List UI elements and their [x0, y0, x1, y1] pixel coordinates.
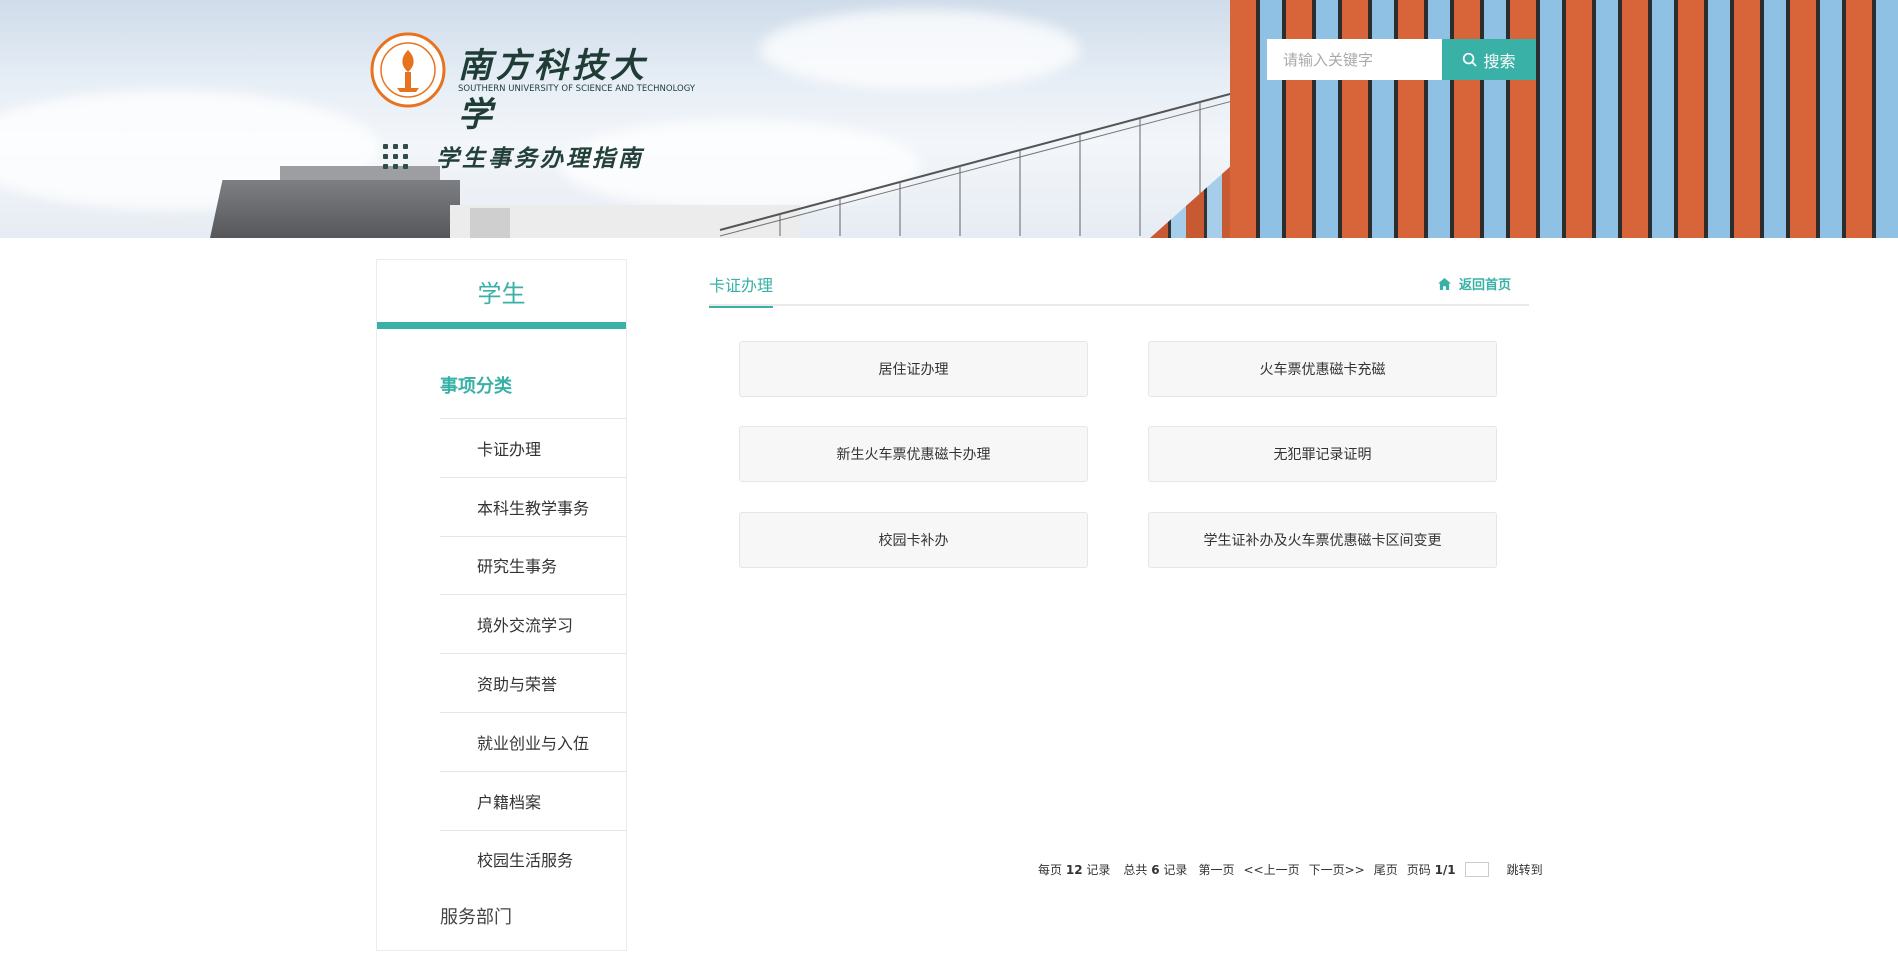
service-card[interactable]: 学生证补办及火车票优惠磁卡区间变更: [1148, 512, 1497, 568]
tab-card-certificate[interactable]: 卡证办理: [709, 272, 774, 308]
service-card[interactable]: 无犯罪记录证明: [1148, 426, 1497, 482]
sidebar-item-undergrad-affairs[interactable]: 本科生教学事务: [440, 476, 627, 536]
university-emblem-icon: [370, 32, 446, 108]
sidebar: 学生 事项分类 卡证办理 本科生教学事务 研究生事务 境外交流学习 资助与荣誉 …: [376, 259, 627, 951]
service-card[interactable]: 居住证办理: [739, 341, 1088, 397]
sidebar-accent-bar: [377, 322, 626, 329]
page-info: 页码 1/1: [1406, 863, 1456, 877]
home-link[interactable]: 返回首页: [1438, 274, 1511, 293]
home-icon: [1438, 277, 1451, 290]
pagination: 每页 12 记录 总共 6 记录 第一页 <<上一页 下一页>> 尾页 页码 1…: [1038, 861, 1552, 878]
jump-label[interactable]: 跳转到: [1507, 861, 1543, 878]
sidebar-item-aid-honors[interactable]: 资助与荣誉: [440, 653, 627, 712]
total-info: 总共 6 记录: [1123, 863, 1188, 877]
header-banner: 南方科技大学 SOUTHERN UNIVERSITY OF SCIENCE AN…: [0, 0, 1898, 238]
service-card[interactable]: 火车票优惠磁卡充磁: [1148, 341, 1497, 397]
grid-menu-icon[interactable]: [383, 143, 408, 169]
category-list: 卡证办理 本科生教学事务 研究生事务 境外交流学习 资助与荣誉 就业创业与入伍 …: [440, 418, 627, 888]
sidebar-title: 学生: [477, 279, 526, 308]
content-tabbar: 卡证办理 返回首页: [709, 270, 1529, 308]
sidebar-item-overseas-exchange[interactable]: 境外交流学习: [440, 594, 627, 653]
category-title[interactable]: 事项分类: [440, 372, 512, 398]
next-page-link[interactable]: 下一页>>: [1309, 861, 1365, 878]
university-logo[interactable]: 南方科技大学 SOUTHERN UNIVERSITY OF SCIENCE AN…: [370, 32, 695, 135]
guide-title: 学生事务办理指南: [436, 145, 644, 172]
banner-facade: [1230, 0, 1898, 238]
last-page-link[interactable]: 尾页: [1374, 861, 1398, 878]
search-bar: 搜索: [1267, 39, 1536, 80]
service-card[interactable]: 新生火车票优惠磁卡办理: [739, 426, 1088, 482]
search-button-label: 搜索: [1483, 51, 1516, 71]
home-link-label: 返回首页: [1458, 278, 1511, 293]
sidebar-item-campus-life[interactable]: 校园生活服务: [440, 829, 627, 889]
guide-header: 学生事务办理指南: [383, 138, 644, 174]
per-page-info: 每页 12 记录: [1038, 863, 1111, 877]
sidebar-item-household-archives[interactable]: 户籍档案: [440, 770, 627, 830]
page-jump-input[interactable]: [1464, 862, 1489, 877]
school-name-en: SOUTHERN UNIVERSITY OF SCIENCE AND TECHN…: [458, 84, 696, 94]
prev-page-link[interactable]: <<上一页: [1243, 861, 1299, 878]
sidebar-item-employment[interactable]: 就业创业与入伍: [440, 711, 627, 771]
search-input[interactable]: [1267, 39, 1442, 80]
first-page-link[interactable]: 第一页: [1198, 861, 1234, 878]
banner-building: [210, 180, 460, 238]
sidebar-item-grad-affairs[interactable]: 研究生事务: [440, 535, 627, 595]
sidebar-item-service-dept[interactable]: 服务部门: [440, 903, 512, 929]
service-card[interactable]: 校园卡补办: [739, 512, 1088, 568]
search-button[interactable]: 搜索: [1442, 39, 1536, 80]
banner-deck: [470, 208, 510, 238]
sidebar-item-card-certificate[interactable]: 卡证办理: [440, 418, 627, 477]
search-icon: [1463, 52, 1478, 67]
